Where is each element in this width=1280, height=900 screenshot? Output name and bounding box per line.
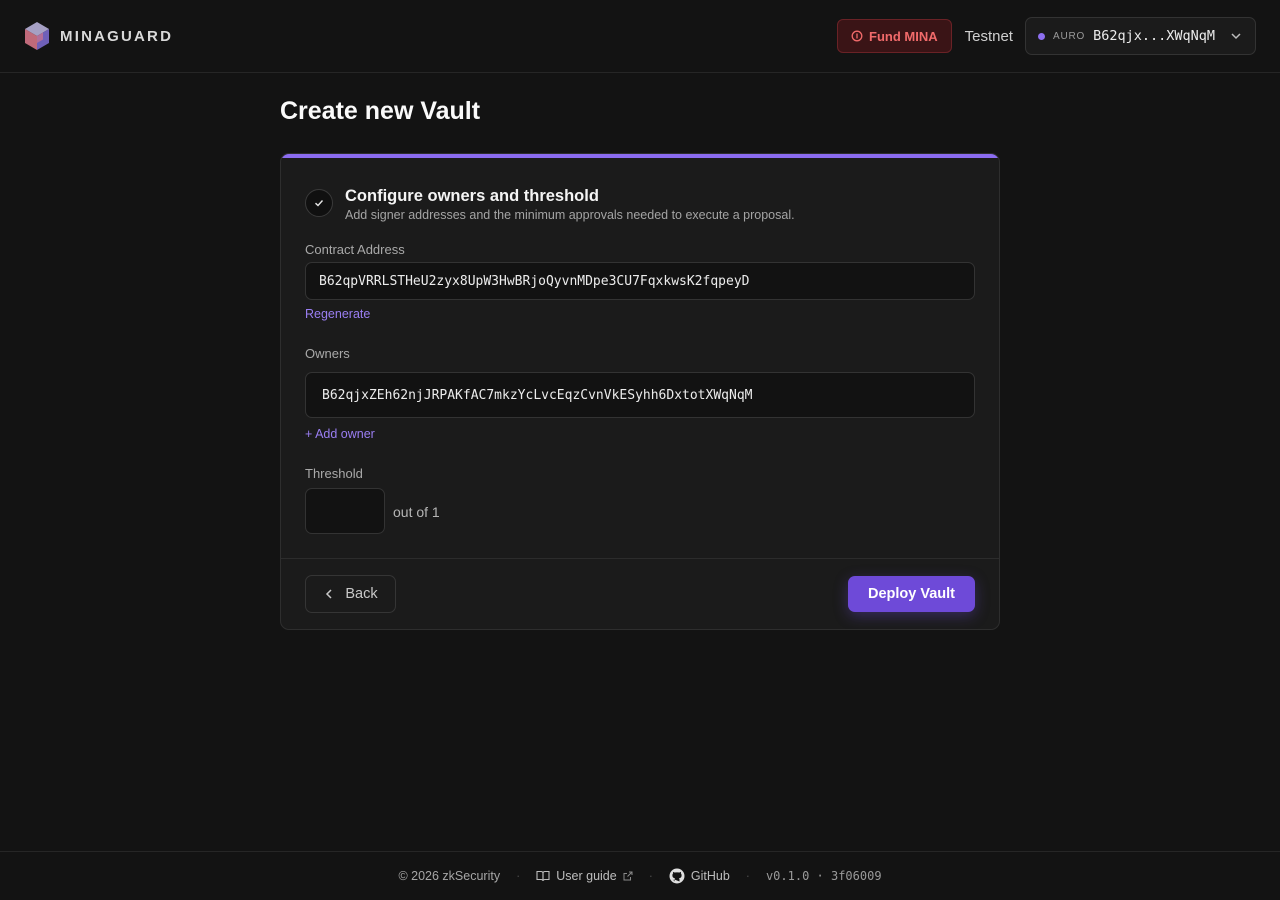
user-guide-link[interactable]: User guide: [536, 869, 633, 883]
regenerate-link[interactable]: Regenerate: [305, 307, 370, 321]
wallet-provider: AURO: [1052, 30, 1086, 42]
deploy-label: Deploy Vault: [867, 586, 956, 602]
card-accent-bar: [281, 154, 999, 158]
back-button[interactable]: Back: [305, 575, 396, 613]
threshold-out-of: out of 1: [393, 504, 440, 520]
version-label: v0.1.0 · 3f06009: [765, 869, 882, 883]
fund-mina-label: Fund MINA: [869, 28, 938, 44]
threshold-label: Threshold: [305, 466, 363, 481]
fund-mina-button[interactable]: Fund MINA: [837, 19, 952, 53]
wallet-button[interactable]: AURO B62qjx...XWqNqM: [1024, 17, 1256, 55]
step-header: Configure owners and threshold Add signe…: [305, 187, 795, 222]
footer: © 2026 zkSecurity · User guide · GitHub …: [0, 851, 1280, 900]
back-label: Back: [345, 586, 378, 602]
brand[interactable]: MINAGUARD: [24, 21, 173, 51]
separator: ·: [648, 869, 653, 883]
github-icon: [669, 868, 685, 884]
owner-input[interactable]: B62qjxZEh62njJRPAKfAC7mkzYcLvcEqzCvnVkES…: [305, 372, 975, 418]
book-icon: [536, 870, 550, 882]
external-link-icon: [623, 871, 633, 881]
github-label: GitHub: [690, 869, 730, 883]
chevron-left-icon: [326, 589, 332, 599]
create-vault-card: Configure owners and threshold Add signe…: [280, 153, 1000, 630]
github-link[interactable]: GitHub: [669, 868, 730, 884]
owners-label: Owners: [305, 346, 350, 361]
page-title: Create new Vault: [280, 97, 481, 125]
contract-address-label: Contract Address: [305, 242, 405, 257]
card-divider: [281, 558, 999, 559]
copyright: © 2026 zkSecurity: [398, 869, 501, 883]
chevron-down-icon: [1231, 33, 1241, 40]
user-guide-label: User guide: [556, 869, 617, 883]
step-subtitle: Add signer addresses and the minimum app…: [345, 208, 795, 222]
separator: ·: [745, 869, 750, 883]
contract-address-value: B62qpVRRLSTHeU2zyx8UpW3HwBRjoQyvnMDpe3CU…: [319, 273, 750, 289]
step-title: Configure owners and threshold: [345, 187, 599, 205]
threshold-input[interactable]: [305, 488, 385, 534]
separator: ·: [516, 869, 521, 883]
network-label: Testnet: [964, 27, 1013, 45]
deploy-vault-button[interactable]: Deploy Vault: [848, 576, 975, 612]
top-bar: MINAGUARD Fund MINA Testnet AURO B62qjx.…: [0, 0, 1280, 73]
wallet-status-dot: [1037, 32, 1045, 40]
brand-name: MINAGUARD: [60, 27, 174, 45]
add-owner-link[interactable]: + Add owner: [305, 427, 375, 441]
cube-logo-icon: [25, 22, 49, 50]
owner-address: B62qjxZEh62njJRPAKfAC7mkzYcLvcEqzCvnVkES…: [322, 387, 753, 403]
wallet-address: B62qjx...XWqNqM: [1093, 28, 1215, 44]
contract-address-field[interactable]: B62qpVRRLSTHeU2zyx8UpW3HwBRjoQyvnMDpe3CU…: [305, 262, 975, 300]
coin-icon: [851, 30, 863, 42]
step-check-icon: [305, 189, 333, 217]
